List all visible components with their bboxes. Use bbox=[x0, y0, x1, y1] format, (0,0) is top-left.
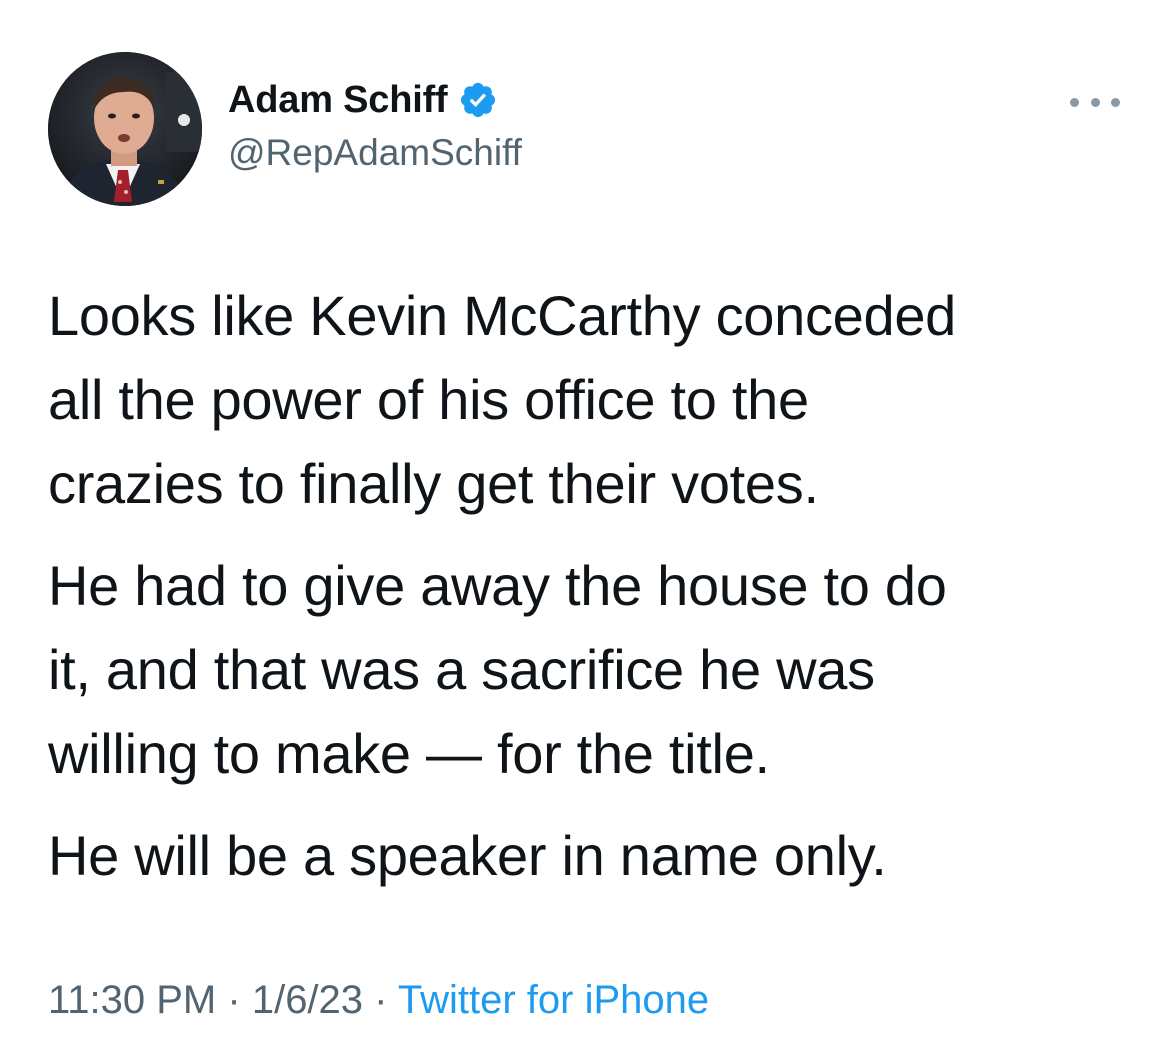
tweet-text: Looks like Kevin McCarthy conceded all t… bbox=[48, 274, 1128, 916]
tweet-metadata: 11:30 PM · 1/6/23 · Twitter for iPhone bbox=[48, 978, 709, 1023]
tweet-date[interactable]: 1/6/23 bbox=[252, 978, 363, 1022]
tweet-card: Adam Schiff @RepAdamSchiff Looks like Ke… bbox=[0, 0, 1170, 1051]
more-dot-3 bbox=[1111, 97, 1120, 107]
more-dot-1 bbox=[1070, 97, 1079, 107]
tweet-source-link[interactable]: Twitter for iPhone bbox=[398, 978, 709, 1022]
avatar[interactable] bbox=[48, 52, 202, 206]
author-identity: Adam Schiff @RepAdamSchiff bbox=[228, 76, 522, 174]
more-dot-2 bbox=[1090, 97, 1100, 107]
author-display-name[interactable]: Adam Schiff bbox=[228, 79, 448, 122]
meta-separator-1: · bbox=[227, 978, 241, 1022]
avatar-photo bbox=[48, 52, 202, 206]
author-name-row: Adam Schiff bbox=[228, 76, 522, 124]
tweet-time[interactable]: 11:30 PM bbox=[48, 978, 216, 1022]
tweet-paragraph-3: He will be a speaker in name only. bbox=[48, 824, 887, 887]
more-options-icon[interactable] bbox=[1070, 94, 1120, 110]
tweet-paragraph-1: Looks like Kevin McCarthy conceded all t… bbox=[48, 284, 957, 515]
author-handle[interactable]: @RepAdamSchiff bbox=[228, 132, 522, 174]
tweet-paragraph-2: He had to give away the house to do it, … bbox=[48, 554, 947, 785]
verified-badge-icon bbox=[458, 80, 498, 120]
meta-separator-2: · bbox=[374, 978, 388, 1022]
